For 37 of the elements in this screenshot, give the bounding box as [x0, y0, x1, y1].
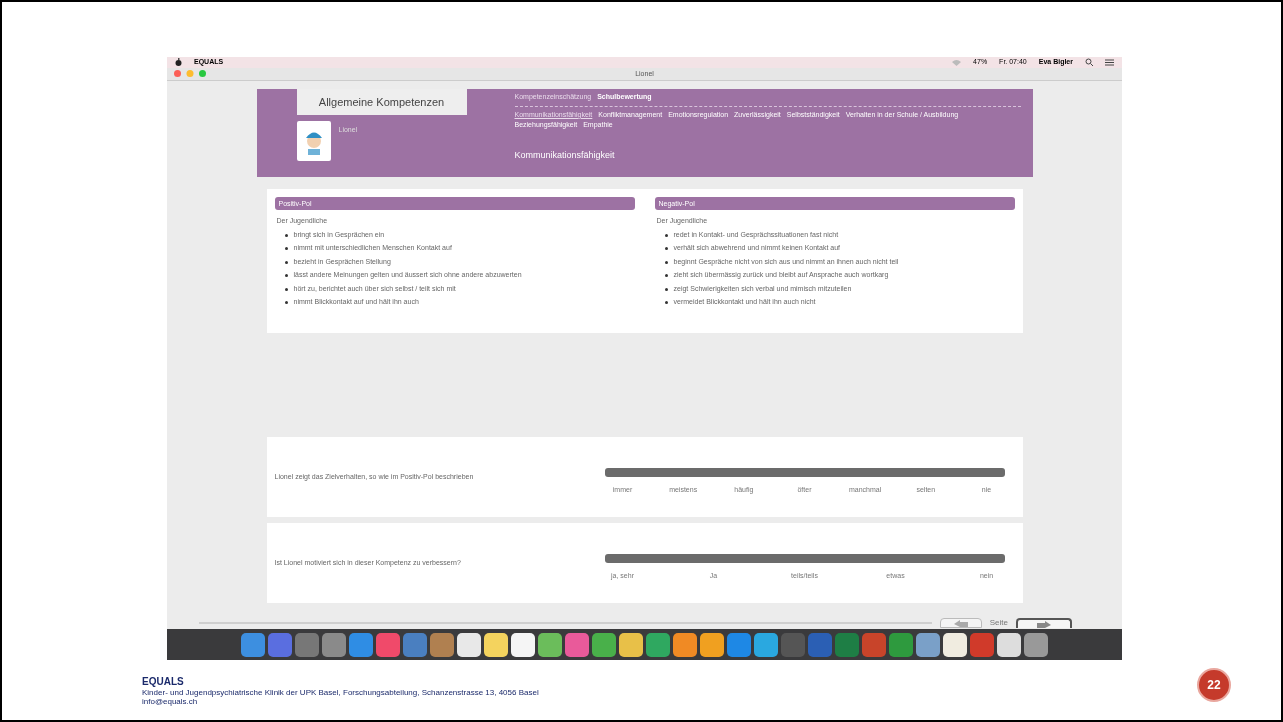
app-icon[interactable] [484, 632, 508, 657]
page-number: 22 [1197, 668, 1231, 702]
arrow-right-icon [1037, 620, 1051, 629]
bullet-icon [664, 233, 668, 237]
app-icon[interactable] [754, 632, 778, 657]
bullet-icon [284, 301, 288, 305]
footer-address: Kinder- und Jugendpsychiatrische Klinik der UPK Basel, Forschungsabteilung, Schanzenstrasse 13, 4056 Basel [142, 687, 539, 697]
app-icon[interactable] [619, 632, 643, 657]
bullet-icon [284, 247, 288, 251]
competence-heading: Kommunikationsfähigkeit [514, 148, 616, 162]
app-icon[interactable] [700, 632, 724, 657]
footer-email: info@equals.ch [142, 696, 198, 706]
menu-icon[interactable] [1105, 58, 1114, 66]
avatar-icon[interactable] [296, 121, 331, 162]
app-icon[interactable] [916, 632, 940, 657]
app-icon[interactable] [457, 632, 481, 657]
footer-org: EQUALS [142, 676, 185, 688]
bullet-icon [284, 233, 288, 237]
app-icon[interactable] [673, 632, 697, 657]
bullet-icon [664, 274, 668, 278]
next-button[interactable] [1016, 618, 1072, 629]
bullet-icon [284, 260, 288, 264]
page-label: Seite [989, 617, 1008, 630]
app-icon[interactable] [538, 632, 562, 657]
apple-logo-icon[interactable] [175, 58, 182, 67]
bullet-icon [664, 260, 668, 264]
bullet-icon [664, 247, 668, 251]
arrow-left-icon [953, 619, 968, 628]
section-tab[interactable]: Allgemeine Kompetenzen [296, 89, 467, 116]
bullet-icon [664, 287, 668, 291]
app-icon[interactable] [997, 632, 1021, 657]
app-icon[interactable] [511, 632, 535, 657]
bullet-icon [284, 274, 288, 278]
bullet-icon [284, 287, 288, 291]
app-icon[interactable] [943, 632, 967, 657]
bullet-icon [664, 301, 668, 305]
search-icon[interactable] [1085, 58, 1093, 67]
